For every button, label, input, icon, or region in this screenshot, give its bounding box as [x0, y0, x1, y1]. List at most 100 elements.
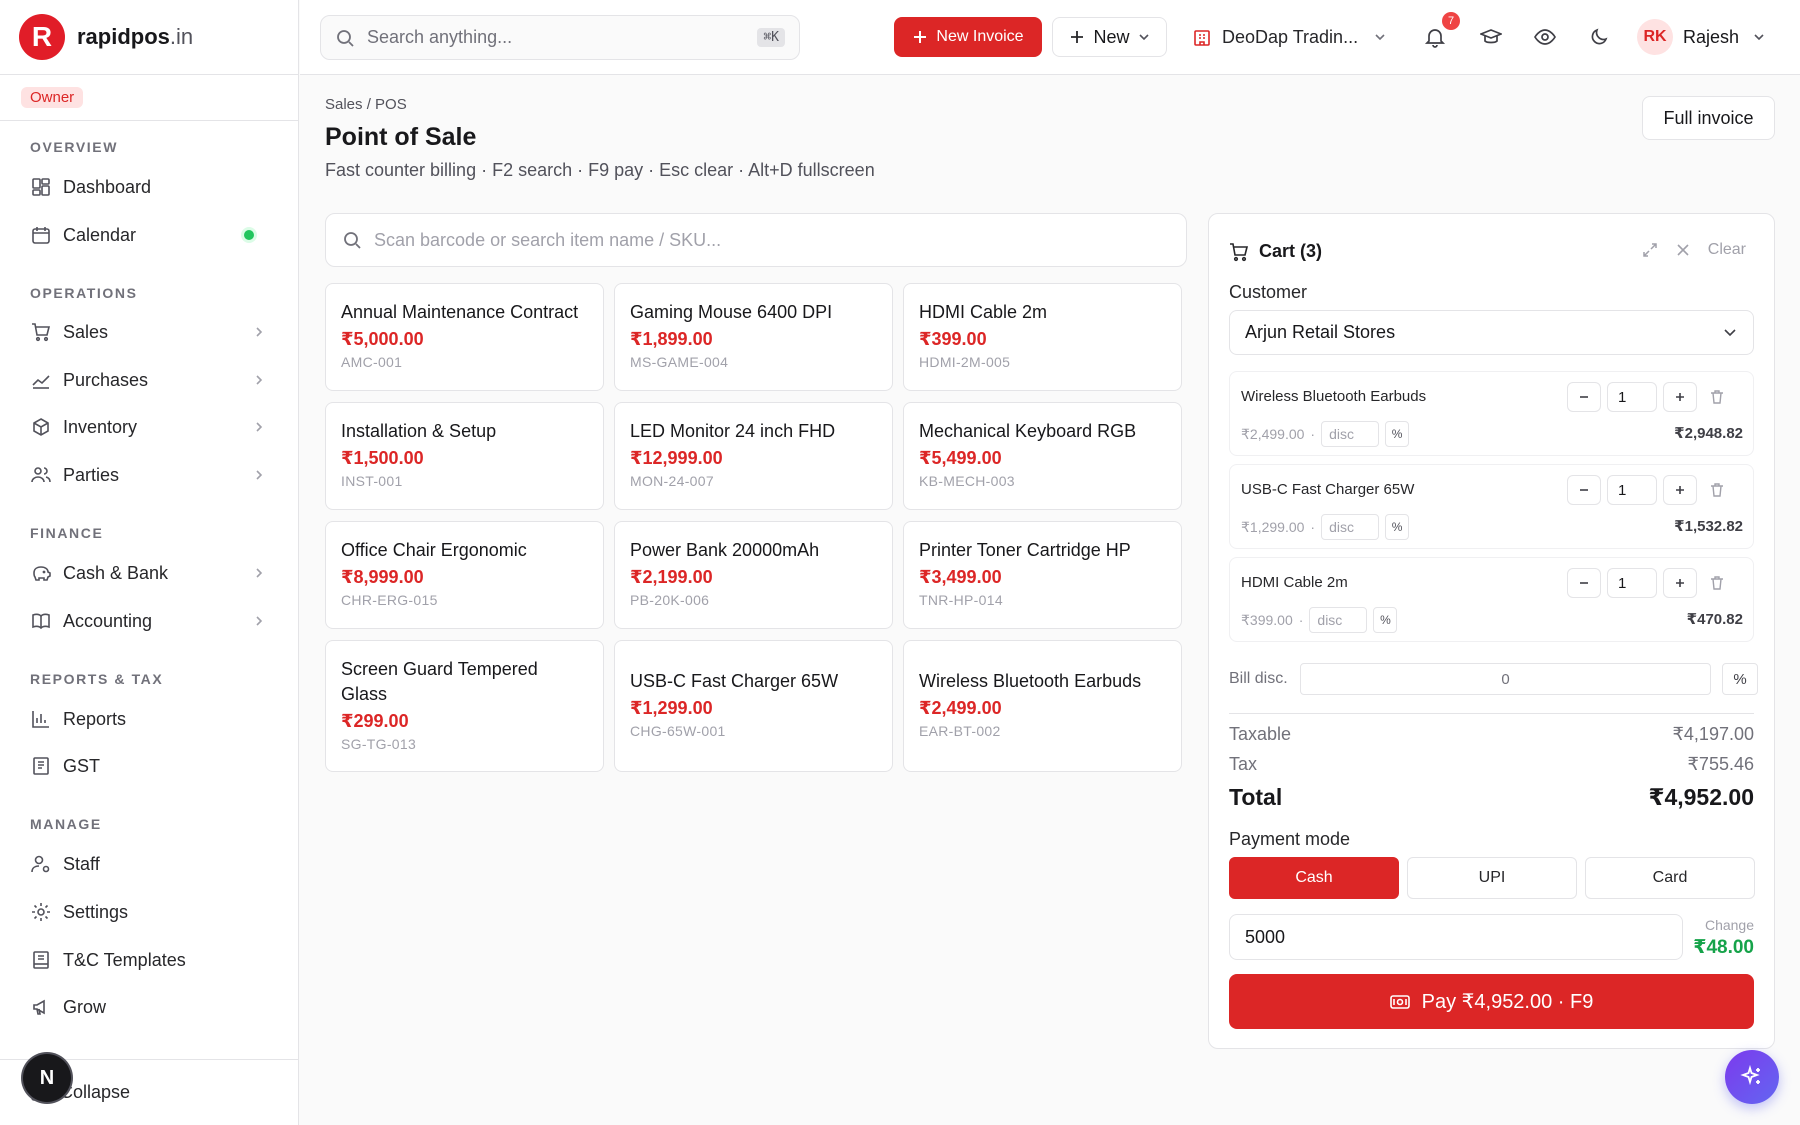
role-row: Owner	[0, 75, 298, 121]
new-invoice-button[interactable]: New Invoice	[894, 17, 1042, 57]
bell-icon	[1424, 26, 1446, 48]
product-card[interactable]: Annual Maintenance Contract ₹5,000.00 AMC-…	[325, 283, 604, 391]
dev-badge[interactable]: N	[23, 1054, 71, 1102]
pay-button[interactable]: Pay ₹4,952.00 · F9	[1229, 974, 1754, 1029]
sidebar-item-reports[interactable]: Reports	[18, 699, 282, 739]
sidebar-item-grow[interactable]: Grow	[18, 987, 282, 1027]
product-card[interactable]: HDMI Cable 2m ₹399.00 HDMI-2M-005	[903, 283, 1182, 391]
product-name: Screen Guard Tempered Glass	[341, 659, 538, 704]
amount-tendered-input[interactable]: 5000	[1229, 914, 1683, 960]
user-menu[interactable]: RK Rajesh	[1637, 17, 1765, 57]
sidebar-item-calendar[interactable]: Calendar	[18, 215, 282, 255]
sidebar-item-staff[interactable]: Staff	[18, 844, 282, 884]
sidebar-item-accounting[interactable]: Accounting	[18, 601, 282, 641]
discount-unit-toggle[interactable]: %	[1373, 607, 1398, 633]
product-card[interactable]: USB-C Fast Charger 65W ₹1,299.00 CHG-65W-0…	[614, 640, 893, 772]
expand-icon[interactable]	[1642, 242, 1658, 258]
notifications-button[interactable]: 7	[1420, 12, 1460, 52]
sidebar-item-gst[interactable]: GST	[18, 746, 282, 786]
product-price: ₹5,499.00	[919, 448, 1002, 468]
sidebar-item-inventory[interactable]: Inventory	[18, 407, 282, 447]
close-icon[interactable]	[1676, 243, 1690, 257]
megaphone-icon	[30, 996, 52, 1018]
customer-select[interactable]: Arjun Retail Stores	[1229, 310, 1754, 355]
item-search-input[interactable]: Scan barcode or search item name / SKU..…	[325, 213, 1187, 267]
sidebar-item-settings[interactable]: Settings	[18, 892, 282, 932]
sidebar-item-cash-bank[interactable]: Cash & Bank	[18, 553, 282, 593]
sidebar-item-parties[interactable]: Parties	[18, 455, 282, 495]
product-grid: Annual Maintenance Contract ₹5,000.00 AMC-…	[325, 283, 1183, 772]
company-switcher[interactable]: DeoDap Tradin...	[1192, 17, 1386, 57]
chevron-down-icon	[1753, 31, 1765, 43]
users-icon	[30, 464, 52, 486]
discount-unit-toggle[interactable]: %	[1385, 514, 1410, 540]
learn-button[interactable]	[1476, 22, 1506, 52]
cart-line-name: USB-C Fast Charger 65W	[1241, 481, 1415, 498]
cart-icon	[1229, 242, 1249, 262]
cart-panel: Cart (3) Clear Customer Arjun Retail Sto…	[1208, 213, 1775, 1049]
ai-assistant-button[interactable]	[1725, 1050, 1779, 1104]
product-card[interactable]: Office Chair Ergonomic ₹8,999.00 CHR-ERG-0…	[325, 521, 604, 629]
bill-discount-input[interactable]: 0	[1300, 663, 1711, 695]
sidebar-item-sales[interactable]: Sales	[18, 312, 282, 352]
cart-line-name: HDMI Cable 2m	[1241, 574, 1348, 591]
payment-mode-upi[interactable]: UPI	[1407, 857, 1577, 899]
product-card[interactable]: Installation & Setup ₹1,500.00 INST-001	[325, 402, 604, 510]
bill-discount-unit-toggle[interactable]: %	[1722, 663, 1758, 695]
brand-logo[interactable]: R rapidpos.in	[0, 0, 298, 75]
bill-discount-row: Bill disc. 0 %	[1229, 663, 1758, 695]
product-price: ₹1,299.00	[630, 698, 713, 718]
new-dropdown-button[interactable]: New	[1052, 17, 1167, 57]
product-name: Office Chair Ergonomic	[341, 540, 527, 560]
discount-input[interactable]: disc	[1321, 421, 1380, 447]
sidebar-item-purchases[interactable]: Purchases	[18, 360, 282, 400]
sidebar: R rapidpos.in Owner OVERVIEW Dashboard C…	[0, 0, 299, 1125]
full-invoice-button[interactable]: Full invoice	[1642, 96, 1775, 140]
discount-input[interactable]: disc	[1321, 514, 1380, 540]
brand-name: rapidpos.in	[77, 24, 193, 50]
preview-button[interactable]	[1530, 22, 1560, 52]
chevron-down-icon	[1723, 325, 1737, 339]
product-name: Gaming Mouse 6400 DPI	[630, 302, 833, 322]
clear-cart-button[interactable]: Clear	[1708, 241, 1746, 259]
global-search-input[interactable]: Search anything... ⌘K	[320, 15, 800, 60]
increment-button[interactable]	[1663, 568, 1697, 598]
decrement-button[interactable]	[1567, 382, 1601, 412]
new-label: New	[1093, 26, 1130, 47]
payment-mode-cash[interactable]: Cash	[1229, 857, 1399, 899]
quantity-input[interactable]: 1	[1607, 568, 1657, 598]
payment-mode-card[interactable]: Card	[1585, 857, 1755, 899]
cart-header: Cart (3)	[1229, 241, 1322, 262]
trash-icon[interactable]	[1709, 389, 1725, 405]
trash-icon[interactable]	[1709, 575, 1725, 591]
total-row: Total ₹4,952.00	[1229, 784, 1754, 811]
product-card[interactable]: Printer Toner Cartridge HP ₹3,499.00 TNR-H…	[903, 521, 1182, 629]
chevron-down-icon	[1374, 31, 1386, 43]
decrement-button[interactable]	[1567, 568, 1601, 598]
cash-icon	[1389, 994, 1410, 1010]
page-subtitle: Fast counter billing · F2 search · F9 pa…	[325, 160, 875, 180]
cart-line: Wireless Bluetooth Earbuds 1 ₹2,499.00 · …	[1229, 371, 1754, 456]
sidebar-item-dashboard[interactable]: Dashboard	[18, 167, 282, 207]
trash-icon[interactable]	[1709, 482, 1725, 498]
product-card[interactable]: Gaming Mouse 6400 DPI ₹1,899.00 MS-GAME-00…	[614, 283, 893, 391]
discount-input[interactable]: disc	[1309, 607, 1368, 633]
quantity-input[interactable]: 1	[1607, 475, 1657, 505]
product-card[interactable]: Wireless Bluetooth Earbuds ₹2,499.00 EAR-B…	[903, 640, 1182, 772]
increment-button[interactable]	[1663, 475, 1697, 505]
decrement-button[interactable]	[1567, 475, 1601, 505]
quantity-input[interactable]: 1	[1607, 382, 1657, 412]
product-card[interactable]: LED Monitor 24 inch FHD ₹12,999.00 MON-24-…	[614, 402, 893, 510]
sidebar-item-tc-templates[interactable]: T&C Templates	[18, 940, 282, 980]
theme-toggle[interactable]	[1584, 22, 1614, 52]
breadcrumb[interactable]: Sales / POS	[325, 96, 407, 113]
product-sku: CHG-65W-001	[630, 723, 726, 739]
discount-unit-toggle[interactable]: %	[1385, 421, 1410, 447]
product-card[interactable]: Power Bank 20000mAh ₹2,199.00 PB-20K-006	[614, 521, 893, 629]
product-card[interactable]: Mechanical Keyboard RGB ₹5,499.00 KB-MECH-…	[903, 402, 1182, 510]
trend-icon	[30, 369, 52, 391]
receipt-icon	[30, 755, 52, 777]
increment-button[interactable]	[1663, 382, 1697, 412]
search-icon	[342, 230, 362, 250]
product-card[interactable]: Screen Guard Tempered Glass ₹299.00 SG-TG-…	[325, 640, 604, 772]
